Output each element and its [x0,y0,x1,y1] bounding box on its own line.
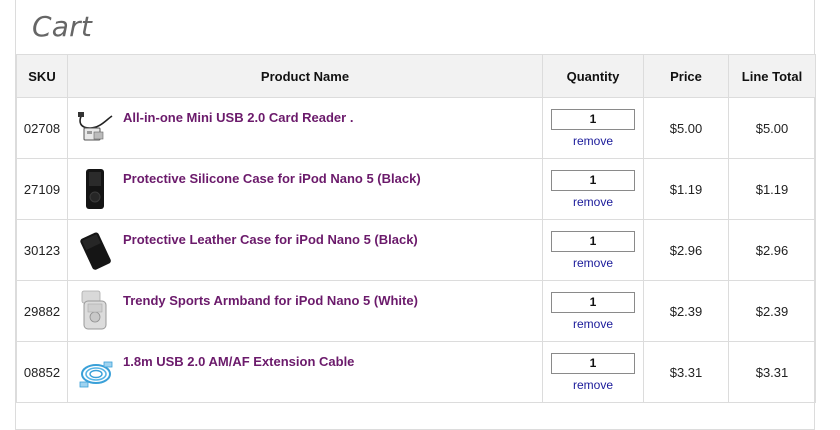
table-header-row: SKU Product Name Quantity Price Line Tot… [16,54,816,98]
quantity-cell: 1 remove [542,280,644,342]
column-header-price: Price [643,54,729,98]
line-total-cell: $1.19 [728,158,816,220]
cart-table: SKU Product Name Quantity Price Line Tot… [16,54,816,403]
cart-panel: Cart SKU Product Name Quantity Price Lin… [15,0,816,430]
remove-link[interactable]: remove [543,256,643,270]
table-row: 02708 All-in-one Mini USB 2.0 Card Reade… [16,97,816,159]
price-cell: $3.31 [643,341,729,403]
product-name-link[interactable]: All-in-one Mini USB 2.0 Card Reader . [123,110,353,125]
quantity-cell: 1 remove [542,219,644,281]
sku-cell: 02708 [16,97,68,159]
table-row: 27109 Protective Silicone Case for iPod … [16,158,816,220]
remove-link[interactable]: remove [543,317,643,331]
column-header-line-total: Line Total [728,54,816,98]
line-total-cell: $2.39 [728,280,816,342]
quantity-cell: 1 remove [542,97,644,159]
column-header-product-name: Product Name [67,54,543,98]
sku-cell: 29882 [16,280,68,342]
column-header-sku: SKU [16,54,68,98]
product-name-link[interactable]: Protective Leather Case for iPod Nano 5 … [123,232,418,247]
leather-case-icon[interactable] [76,228,116,272]
column-header-quantity: Quantity [542,54,644,98]
table-row: 29882 Trendy Sports Armband for iPod Nan… [16,280,816,342]
quantity-input[interactable]: 1 [551,109,635,130]
usb-cable-icon[interactable] [76,350,116,394]
card-reader-icon[interactable] [76,106,116,150]
product-cell: Protective Leather Case for iPod Nano 5 … [67,219,543,281]
sku-cell: 30123 [16,219,68,281]
line-total-cell: $5.00 [728,97,816,159]
price-cell: $2.39 [643,280,729,342]
product-cell: 1.8m USB 2.0 AM/AF Extension Cable [67,341,543,403]
price-cell: $1.19 [643,158,729,220]
table-row: 30123 Protective Leather Case for iPod N… [16,219,816,281]
quantity-input[interactable]: 1 [551,170,635,191]
product-cell: Protective Silicone Case for iPod Nano 5… [67,158,543,220]
product-name-link[interactable]: 1.8m USB 2.0 AM/AF Extension Cable [123,354,354,369]
remove-link[interactable]: remove [543,195,643,209]
product-name-link[interactable]: Protective Silicone Case for iPod Nano 5… [123,171,421,186]
quantity-input[interactable]: 1 [551,231,635,252]
sku-cell: 08852 [16,341,68,403]
page-title: Cart [32,10,92,43]
line-total-cell: $3.31 [728,341,816,403]
quantity-input[interactable]: 1 [551,292,635,313]
silicone-case-icon[interactable] [76,167,116,211]
product-cell: All-in-one Mini USB 2.0 Card Reader . [67,97,543,159]
remove-link[interactable]: remove [543,378,643,392]
table-row: 08852 1.8m USB 2.0 AM/AF Extension Cable [16,341,816,403]
product-cell: Trendy Sports Armband for iPod Nano 5 (W… [67,280,543,342]
remove-link[interactable]: remove [543,134,643,148]
quantity-input[interactable]: 1 [551,353,635,374]
quantity-cell: 1 remove [542,158,644,220]
armband-icon[interactable] [76,289,116,333]
price-cell: $2.96 [643,219,729,281]
product-name-link[interactable]: Trendy Sports Armband for iPod Nano 5 (W… [123,293,418,308]
quantity-cell: 1 remove [542,341,644,403]
sku-cell: 27109 [16,158,68,220]
price-cell: $5.00 [643,97,729,159]
line-total-cell: $2.96 [728,219,816,281]
